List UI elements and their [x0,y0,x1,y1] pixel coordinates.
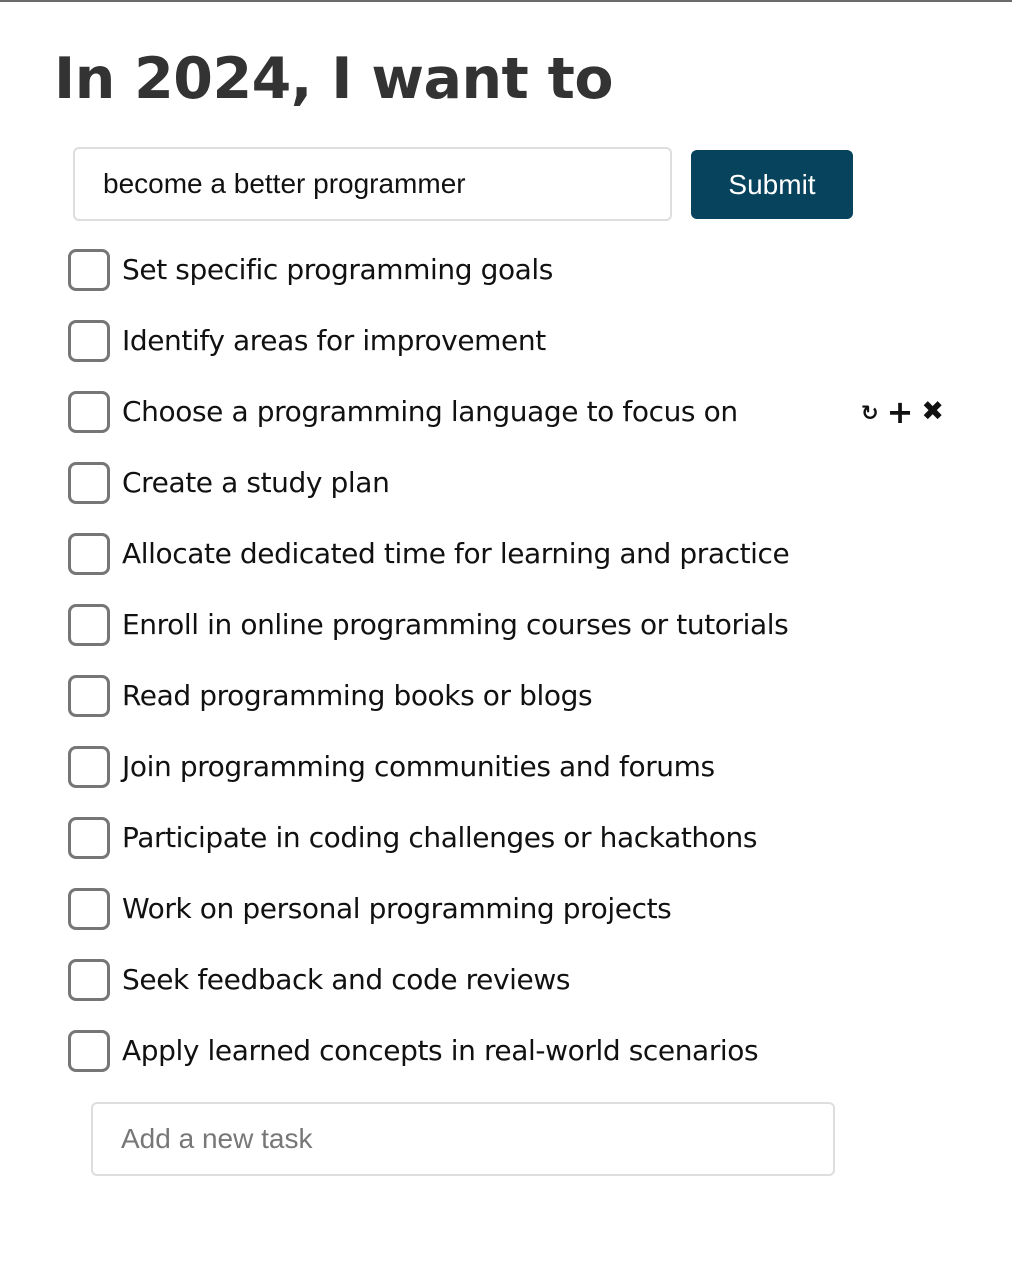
task-checkbox[interactable] [68,461,110,504]
task-checkbox[interactable] [68,674,110,717]
task-checkbox[interactable] [68,745,110,788]
task-item: Work on personal programming projects [68,873,968,944]
task-checkbox[interactable] [68,816,110,859]
submit-button[interactable]: Submit [691,150,853,219]
task-label: Seek feedback and code reviews [122,963,571,996]
task-item: Participate in coding challenges or hack… [68,802,968,873]
task-checkbox[interactable] [68,248,110,291]
task-checkbox[interactable] [68,532,110,575]
refresh-icon[interactable]: ↻ [861,403,879,424]
task-item: Set specific programming goals [68,234,968,305]
page-title: In 2024, I want to [54,46,614,112]
task-item: Join programming communities and forums [68,731,968,802]
task-label: Participate in coding challenges or hack… [122,821,758,854]
task-label: Join programming communities and forums [122,750,715,783]
task-item: Allocate dedicated time for learning and… [68,518,968,589]
task-label: Set specific programming goals [122,253,553,286]
task-label: Read programming books or blogs [122,679,593,712]
goal-input[interactable] [73,147,672,221]
task-item: Identify areas for improvement [68,305,968,376]
task-item: Choose a programming language to focus o… [68,376,968,447]
task-label: Create a study plan [122,466,390,499]
task-checkbox[interactable] [68,390,110,433]
task-item: Enroll in online programming courses or … [68,589,968,660]
task-item: Seek feedback and code reviews [68,944,968,1015]
top-divider [0,0,1012,2]
task-checkbox[interactable] [68,603,110,646]
task-checkbox[interactable] [68,319,110,362]
task-checkbox[interactable] [68,958,110,1001]
task-label: Identify areas for improvement [122,324,546,357]
task-label: Enroll in online programming courses or … [122,608,789,641]
task-label: Work on personal programming projects [122,892,672,925]
task-item: Create a study plan [68,447,968,518]
task-item: Read programming books or blogs [68,660,968,731]
task-checkbox[interactable] [68,887,110,930]
task-checkbox[interactable] [68,1029,110,1072]
plus-icon[interactable]: + [887,396,914,428]
task-label: Apply learned concepts in real-world sce… [122,1034,759,1067]
task-label: Allocate dedicated time for learning and… [122,537,790,570]
task-item: Apply learned concepts in real-world sce… [68,1015,968,1086]
task-list: Set specific programming goals Identify … [68,234,968,1086]
new-task-input[interactable] [91,1102,835,1176]
close-icon[interactable]: ✖ [921,398,944,425]
task-label: Choose a programming language to focus o… [122,395,738,428]
task-actions: ↻ + ✖ [861,376,944,447]
